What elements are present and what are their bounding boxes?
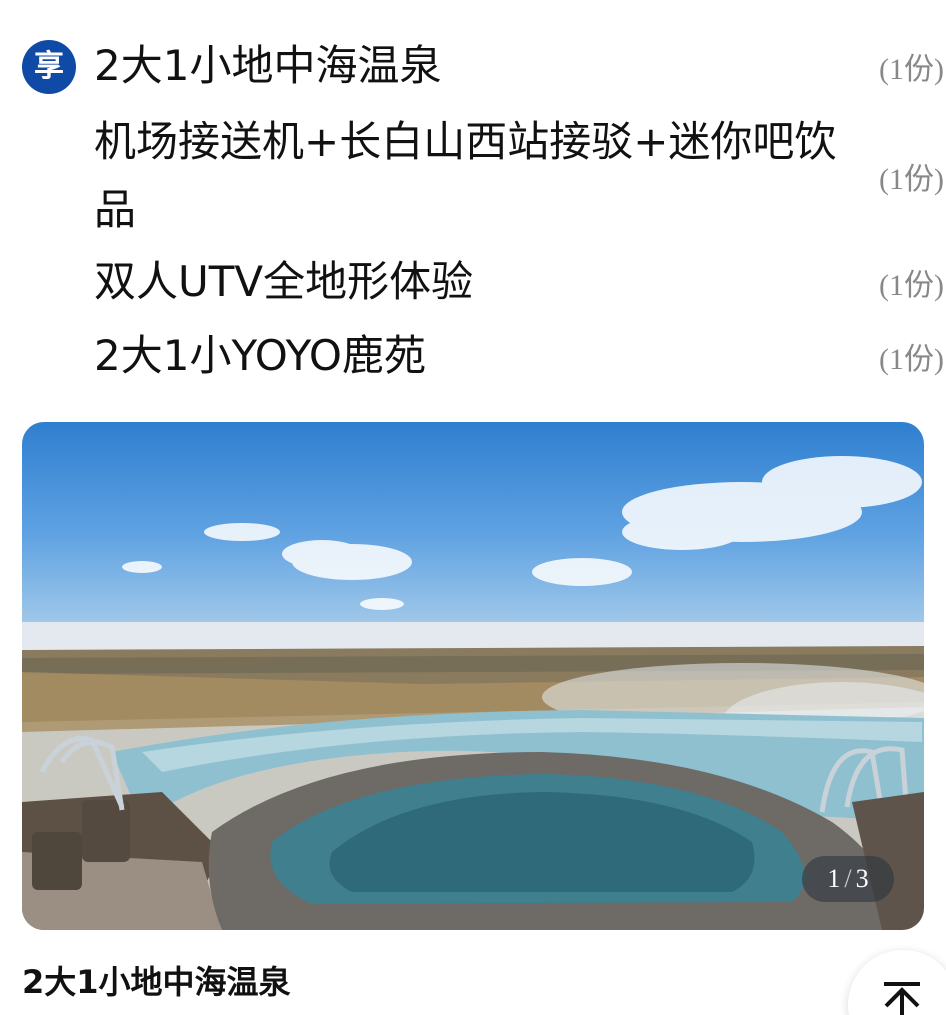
photo-caption: 2大1小地中海温泉 xyxy=(22,963,291,1001)
package-item-quantity: (1份) xyxy=(879,269,944,302)
package-item-label: 2大1小YOYO鹿苑 xyxy=(94,331,426,380)
package-item-quantity: (1份) xyxy=(879,53,944,86)
package-item-hot-spring: 2大1小地中海温泉 xyxy=(94,32,854,100)
arrow-up-icon xyxy=(884,982,920,1015)
package-item-transfer: 机场接送机+长白山西站接驳+迷你吧饮品 xyxy=(94,108,864,244)
enjoy-badge-icon: 享 xyxy=(22,40,76,94)
package-item-utv: 双人UTV全地形体验 xyxy=(94,248,854,316)
counter-separator: / xyxy=(844,864,852,893)
gallery-page-counter: 1/3 xyxy=(802,856,894,902)
package-item-deer-park: 2大1小YOYO鹿苑 xyxy=(94,322,854,390)
back-to-top-button[interactable] xyxy=(848,950,946,1015)
hot-spring-photo-illustration xyxy=(22,456,924,930)
counter-current: 1 xyxy=(827,864,841,893)
gallery-photo[interactable] xyxy=(22,422,924,930)
package-item-label: 双人UTV全地形体验 xyxy=(94,257,474,306)
package-item-quantity: (1份) xyxy=(879,343,944,376)
counter-total: 3 xyxy=(855,864,869,893)
package-item-quantity: (1份) xyxy=(879,163,944,196)
package-item-label: 2大1小地中海温泉 xyxy=(94,41,442,90)
package-item-label: 机场接送机+长白山西站接驳+迷你吧饮品 xyxy=(94,117,837,234)
